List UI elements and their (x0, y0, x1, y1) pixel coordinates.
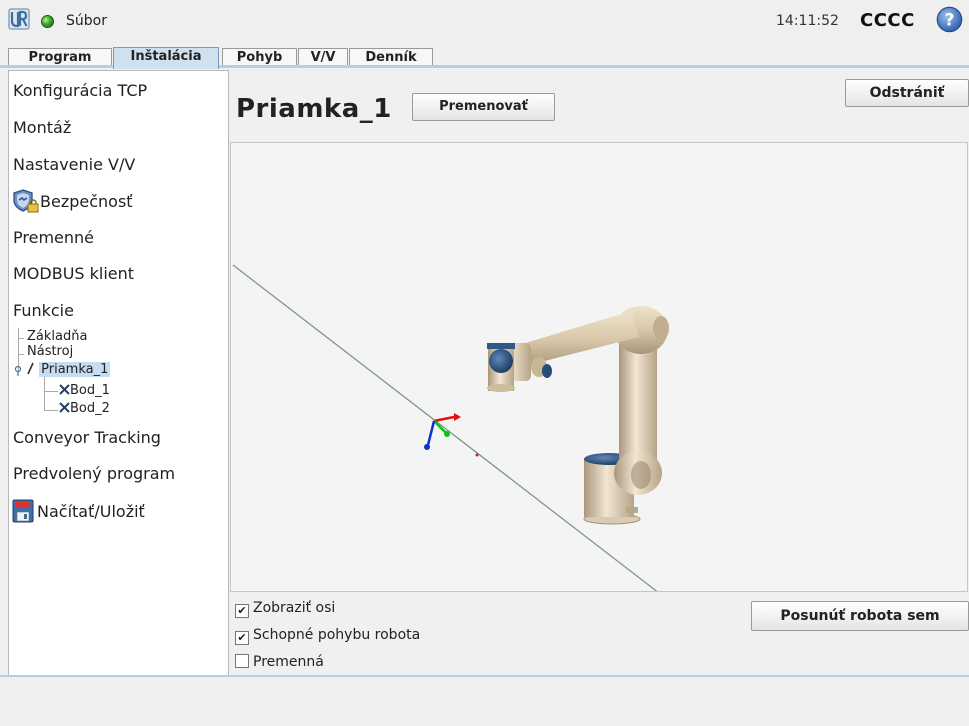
robot-name: CCCC (860, 10, 915, 31)
tree-connector (44, 410, 58, 411)
svg-text:?: ? (945, 11, 955, 31)
tab-installation[interactable]: Inštalácia (113, 47, 219, 69)
line-icon (27, 362, 34, 375)
top-bar: Súbor 14:11:52 CCCC ? (0, 0, 969, 44)
joggable-label: Schopné pohybu robota (253, 627, 421, 643)
point-marker (475, 453, 479, 457)
sidebar-item-load-save-label: Načítať/Uložiť (37, 502, 145, 521)
ur-logo-icon (8, 8, 30, 30)
installation-sidebar: Konfigurácia TCP Montáž Nastavenie V/V B… (8, 70, 229, 677)
tree-connector (18, 338, 24, 339)
sidebar-item-variables[interactable]: Premenné (13, 228, 94, 247)
tree-expand-icon[interactable] (13, 365, 25, 377)
variable-checkbox[interactable]: Premenná (235, 654, 324, 670)
file-menu[interactable]: Súbor (66, 13, 107, 29)
checkbox-checked[interactable]: ✔ (235, 631, 249, 645)
clock: 14:11:52 (776, 13, 839, 29)
tree-item-point-1[interactable]: Bod_1 (59, 383, 110, 398)
sidebar-item-safety-label: Bezpečnosť (40, 192, 133, 211)
3d-viewport[interactable] (230, 142, 968, 592)
feature-line (232, 264, 658, 591)
shield-lock-icon (13, 189, 39, 213)
sidebar-item-tcp-config[interactable]: Konfigurácia TCP (13, 81, 147, 100)
rename-button[interactable]: Premenovať (412, 93, 555, 121)
move-robot-here-button[interactable]: Posunúť robota sem (751, 601, 969, 631)
frame-axes-icon (424, 413, 461, 450)
show-axes-checkbox[interactable]: ✔ Zobraziť osi (235, 600, 335, 618)
tree-item-base[interactable]: Základňa (27, 329, 87, 344)
sidebar-item-default-program[interactable]: Predvolený program (13, 464, 175, 483)
tree-item-point-1-label: Bod_1 (70, 383, 110, 398)
status-indicator-icon (41, 15, 54, 28)
footer-divider (0, 675, 969, 677)
sidebar-item-features[interactable]: Funkcie (13, 301, 74, 320)
tree-connector (18, 354, 24, 355)
checkbox-unchecked[interactable] (235, 654, 249, 668)
feature-title: Priamka_1 (236, 94, 392, 124)
sidebar-item-io-setup[interactable]: Nastavenie V/V (13, 155, 135, 174)
sidebar-item-safety[interactable]: Bezpečnosť (12, 188, 133, 214)
tab-io[interactable]: V/V (298, 48, 348, 67)
tree-connector (44, 377, 45, 411)
floppy-disk-icon (12, 499, 34, 523)
tree-item-point-2[interactable]: Bod_2 (59, 401, 110, 416)
tree-connector (44, 391, 58, 392)
delete-button[interactable]: Odstrániť (845, 79, 969, 107)
tab-bar: Program Inštalácia Pohyb V/V Denník (0, 44, 969, 69)
tree-item-line-1[interactable]: Priamka_1 (26, 362, 111, 377)
point-x-icon (59, 384, 70, 395)
tab-log[interactable]: Denník (349, 48, 433, 67)
feature-panel: Priamka_1 Premenovať Odstrániť ✔ Zobrazi… (229, 70, 969, 675)
tab-program[interactable]: Program (8, 48, 112, 67)
joggable-checkbox[interactable]: ✔ Schopné pohybu robota (235, 627, 420, 645)
sidebar-item-mounting[interactable]: Montáž (13, 118, 71, 137)
sidebar-item-modbus-client[interactable]: MODBUS klient (13, 264, 134, 283)
sidebar-item-conveyor-tracking[interactable]: Conveyor Tracking (13, 428, 161, 447)
variable-label: Premenná (253, 654, 324, 670)
tree-item-point-2-label: Bod_2 (70, 401, 110, 416)
robot-arm (487, 306, 669, 525)
point-x-icon (59, 402, 70, 413)
show-axes-label: Zobraziť osi (253, 600, 336, 616)
tree-item-tool[interactable]: Nástroj (27, 344, 73, 359)
robot-scene (232, 264, 669, 591)
tab-move[interactable]: Pohyb (222, 48, 297, 67)
tree-item-line-1-label: Priamka_1 (39, 362, 111, 377)
sidebar-item-load-save[interactable]: Načítať/Uložiť (12, 499, 145, 523)
checkbox-checked[interactable]: ✔ (235, 604, 249, 618)
help-icon[interactable]: ? (936, 6, 963, 33)
